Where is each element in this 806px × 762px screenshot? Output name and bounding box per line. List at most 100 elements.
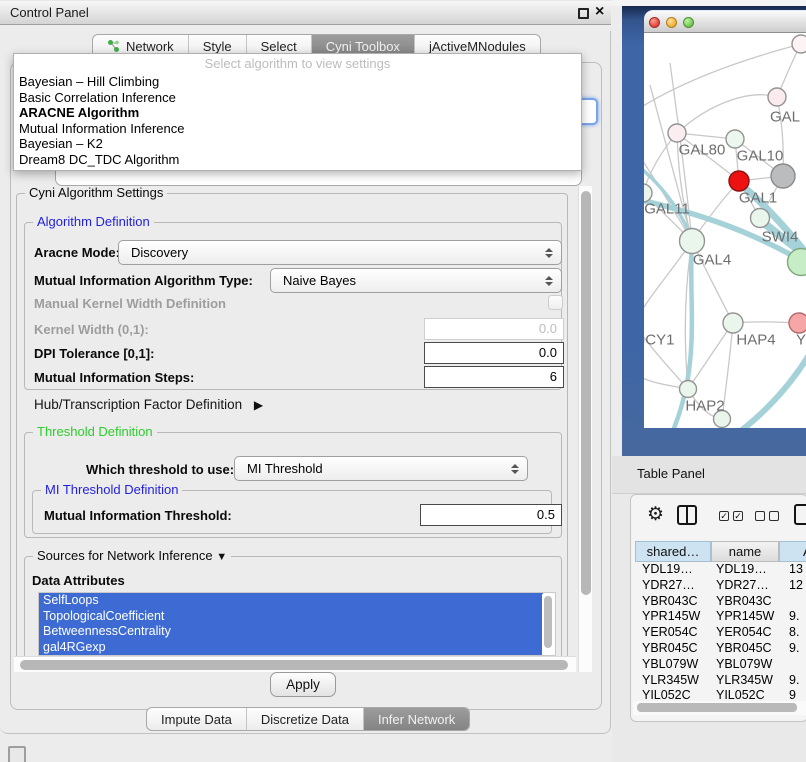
attributes-scrollbar[interactable]: [542, 594, 554, 656]
network-node-gal1[interactable]: [729, 171, 749, 191]
algorithm-option[interactable]: Bayesian – Hill Climbing: [14, 74, 581, 90]
column-header-name[interactable]: name: [711, 541, 779, 562]
table-cell: YDL19…: [711, 562, 779, 578]
mi-threshold-group-title: MI Threshold Definition: [41, 482, 182, 497]
table-cell: YBR043C: [635, 594, 711, 610]
hub-definition-toggle[interactable]: Hub/Transcription Factor Definition ▶: [34, 397, 263, 413]
select-all-checkboxes-icon[interactable]: ✓✓: [719, 511, 743, 521]
algorithm-option[interactable]: Mutual Information Inference: [14, 121, 581, 137]
tab-label: Impute Data: [161, 712, 232, 727]
column-header-shared-name[interactable]: shared…: [635, 541, 711, 562]
table-row[interactable]: YPR145WYPR145W9.: [635, 609, 806, 625]
node-table-panel: ⚙ ✓✓ shared… name A YDL19…YDL19…13YDR27……: [630, 494, 806, 722]
node-label: Y: [796, 332, 806, 349]
network-node-gal11[interactable]: [644, 184, 652, 202]
mi-threshold-field[interactable]: 0.5: [420, 504, 562, 526]
network-window-titlebar[interactable]: [644, 10, 806, 33]
algorithm-option[interactable]: Dream8 DC_TDC Algorithm: [14, 152, 581, 168]
table-cell: 9.: [779, 641, 805, 657]
tab-impute-data[interactable]: Impute Data: [147, 708, 246, 730]
algorithm-option[interactable]: ARACNE Algorithm: [14, 105, 581, 121]
table-cell: 12: [779, 578, 805, 594]
table-row[interactable]: YDR27…YDR27…12: [635, 578, 806, 594]
network-node-hap4[interactable]: [723, 313, 743, 333]
tab-discretize-data[interactable]: Discretize Data: [246, 708, 363, 730]
table-cell: YBL079W: [711, 657, 779, 673]
deselect-all-checkboxes-icon[interactable]: [755, 511, 779, 521]
mi-type-label: Mutual Information Algorithm Type:: [34, 268, 253, 293]
network-canvas[interactable]: GALGAL80GAL10GAL1GAL11SWI4GAL4GCY1HAP4YH…: [644, 33, 806, 428]
table-row[interactable]: YBR043CYBR043C: [635, 594, 806, 610]
algorithm-option-list: Bayesian – Hill ClimbingBasic Correlatio…: [14, 74, 581, 168]
network-node[interactable]: [792, 35, 806, 53]
attribute-item[interactable]: gal4RGexp: [39, 640, 543, 656]
node-label: HAP4: [736, 332, 775, 349]
hub-definition-label: Hub/Transcription Factor Definition: [34, 397, 242, 412]
table-row[interactable]: YER054CYER054C8.: [635, 625, 806, 641]
table-cell: 9.: [779, 673, 805, 689]
network-node-gal[interactable]: [768, 88, 786, 106]
bottom-left-partial-icon[interactable]: [8, 746, 26, 762]
combo-arrows-icon: [541, 276, 557, 286]
apply-button[interactable]: Apply: [270, 672, 336, 697]
attribute-item[interactable]: BetweennessCentrality: [39, 624, 543, 640]
algorithm-option[interactable]: Bayesian – K2: [14, 136, 581, 152]
network-node-swi4[interactable]: [751, 209, 770, 228]
close-traffic-light[interactable]: [649, 17, 660, 28]
kernel-width-field[interactable]: 0.0: [424, 318, 564, 340]
network-node-y[interactable]: [789, 313, 806, 333]
aracne-mode-label: Aracne Mode:: [34, 240, 120, 265]
data-attributes-label: Data Attributes: [32, 573, 125, 589]
table-cell: YDR27…: [635, 578, 711, 594]
table-cell: YDL19…: [635, 562, 711, 578]
table-row[interactable]: YDL19…YDL19…13: [635, 562, 806, 578]
sources-title-text: Sources for Network Inference: [37, 548, 213, 563]
table-cell: YBR045C: [635, 641, 711, 657]
gear-icon[interactable]: ⚙: [647, 503, 664, 526]
column-header-partial[interactable]: A: [779, 541, 806, 562]
settings-vertical-scrollbar[interactable]: [578, 186, 592, 672]
table-row[interactable]: YLR345WYLR345W9.: [635, 673, 806, 689]
which-threshold-select[interactable]: MI Threshold: [234, 456, 528, 481]
table-cell: 8.: [779, 625, 805, 641]
network-node-gal10[interactable]: [726, 130, 744, 148]
table-cell: YER054C: [635, 625, 711, 641]
expand-right-icon: ▶: [254, 398, 263, 412]
collapse-down-icon: ▼: [216, 551, 227, 563]
network-node-gal80[interactable]: [668, 124, 686, 142]
attribute-item[interactable]: TopologicalCoefficient: [39, 609, 543, 625]
mi-type-select[interactable]: Naive Bayes: [270, 268, 562, 293]
kernel-width-label: Kernel Width (0,1):: [34, 319, 149, 341]
minimize-traffic-light[interactable]: [666, 17, 677, 28]
manual-kernel-checkbox[interactable]: [548, 295, 563, 310]
table-cell: [779, 594, 805, 610]
table-horizontal-scrollbar[interactable]: [633, 701, 806, 715]
tab-infer-network[interactable]: Infer Network: [363, 708, 469, 730]
attribute-item[interactable]: SelfLoops: [39, 593, 543, 609]
sources-group-title[interactable]: Sources for Network Inference ▼: [33, 548, 231, 563]
data-attributes-list: SelfLoopsTopologicalCoefficientBetweenne…: [38, 592, 556, 656]
algorithm-option[interactable]: Basic Correlation Inference: [14, 90, 581, 106]
zoom-traffic-light[interactable]: [683, 17, 694, 28]
manual-kernel-label: Manual Kernel Width Definition: [34, 296, 226, 312]
table-rows: YDL19…YDL19…13YDR27…YDR27…12YBR043CYBR04…: [635, 562, 806, 703]
table-row[interactable]: YBL079WYBL079W: [635, 657, 806, 673]
table-row[interactable]: YBR045CYBR045C9.: [635, 641, 806, 657]
combo-arrows-icon: [541, 248, 557, 258]
mi-steps-field[interactable]: 6: [424, 366, 564, 388]
mi-threshold-label: Mutual Information Threshold:: [44, 505, 232, 527]
float-window-icon[interactable]: [578, 8, 589, 19]
table-cell: YER054C: [711, 625, 779, 641]
dpi-tolerance-field[interactable]: 0.0: [424, 342, 564, 364]
network-node-gal4[interactable]: [680, 229, 705, 254]
network-node[interactable]: [771, 164, 795, 188]
network-node-hap2[interactable]: [680, 381, 697, 398]
table-panel-title: Table Panel: [637, 466, 705, 481]
table-cell: YBL079W: [635, 657, 711, 673]
document-icon[interactable]: [794, 504, 806, 525]
algorithm-definition-title: Algorithm Definition: [33, 214, 154, 229]
aracne-mode-select[interactable]: Discovery: [118, 240, 562, 265]
settings-horizontal-scrollbar[interactable]: [14, 656, 576, 672]
close-icon[interactable]: ×: [595, 3, 604, 21]
columns-icon[interactable]: [677, 505, 697, 525]
